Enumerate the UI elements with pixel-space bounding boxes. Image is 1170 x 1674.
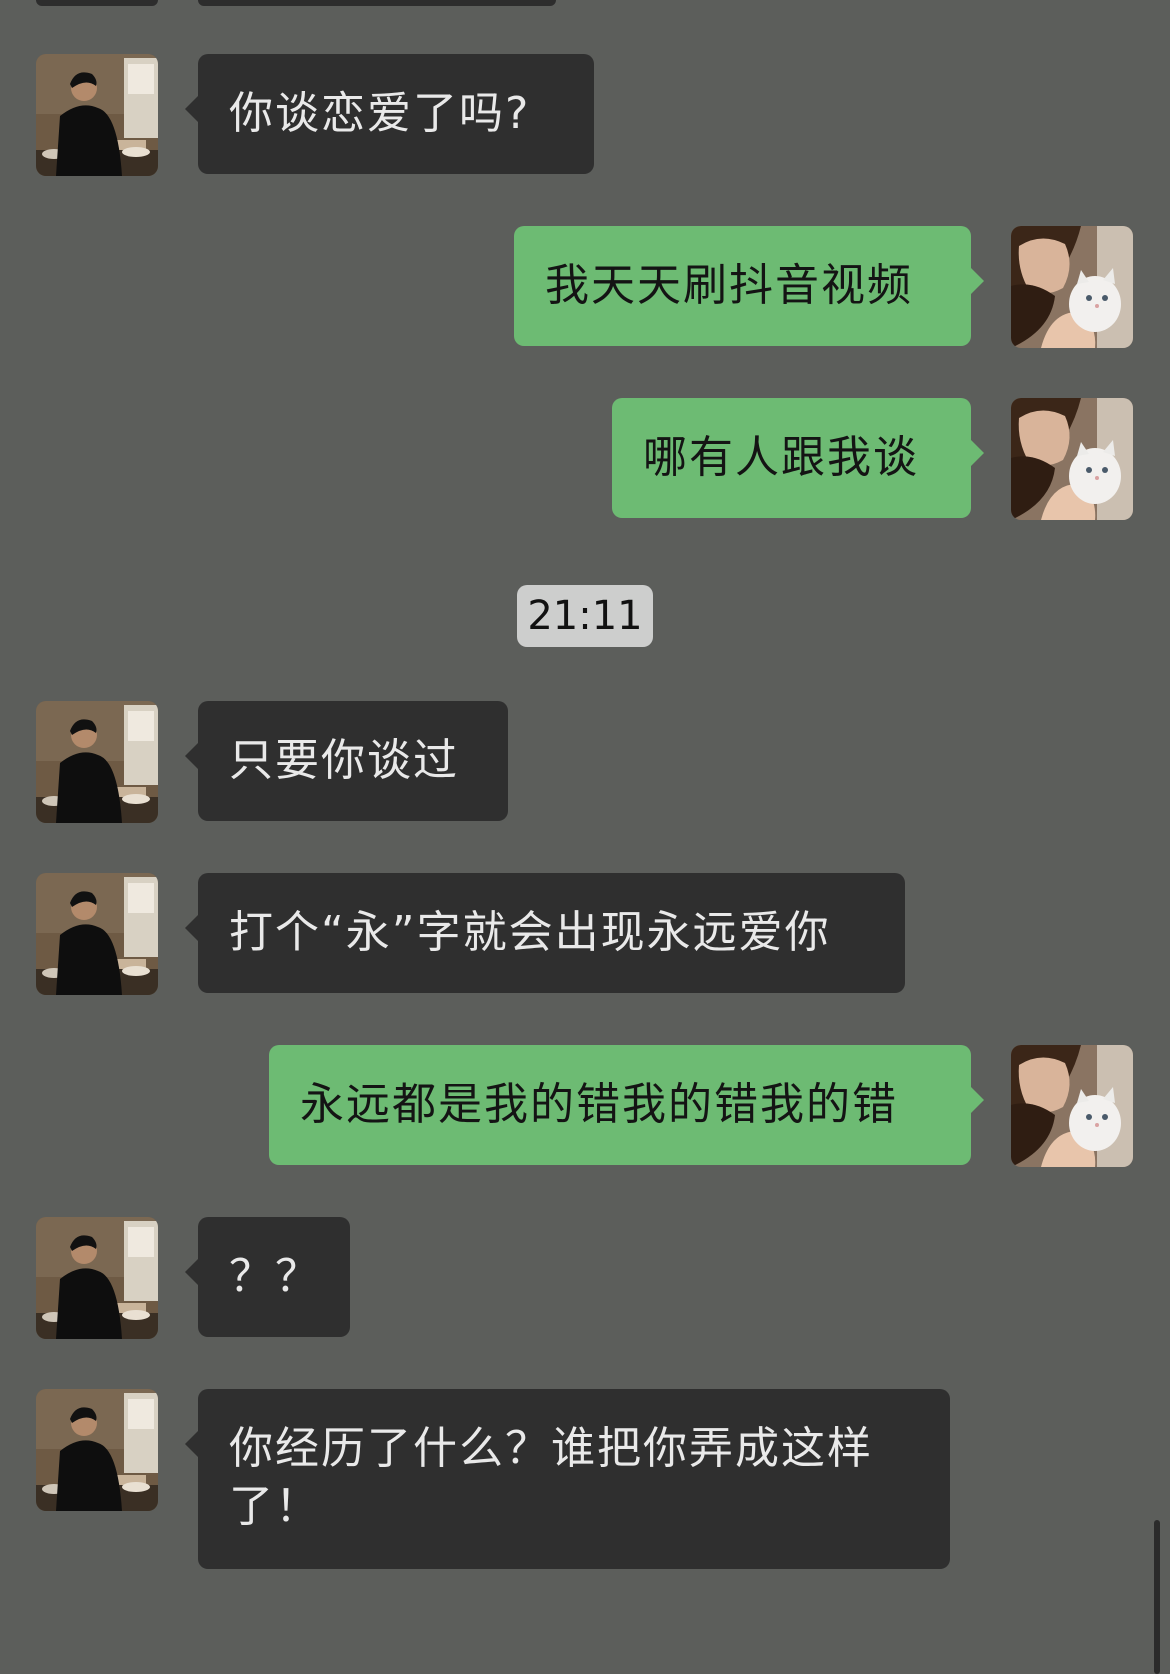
bubble-tail bbox=[970, 439, 984, 467]
bubble-tail bbox=[185, 914, 199, 942]
message-text: 永远都是我的错我的错我的错 bbox=[300, 1079, 898, 1130]
message-bubble[interactable]: 你经历了什么？谁把你弄成这样 了！ bbox=[185, 1389, 950, 1569]
message-text-line-1: 你经历了什么？谁把你弄成这样 bbox=[229, 1423, 873, 1474]
message-text: 我天天刷抖音视频 bbox=[545, 260, 913, 311]
contact-avatar[interactable] bbox=[36, 54, 158, 176]
timestamp-chip: 21:11 bbox=[517, 585, 653, 647]
message-text: 打个“永”字就会出现永远爱你 bbox=[229, 907, 831, 958]
chat-area[interactable]: 你谈恋爱了吗? 我天天刷抖音视频 哪有人跟我谈 21:11 只要你谈过 打个“永… bbox=[0, 0, 1170, 1674]
bubble-tail bbox=[185, 1258, 199, 1286]
message-bubble[interactable]: 我天天刷抖音视频 bbox=[514, 226, 984, 346]
previous-message-edge bbox=[198, 0, 556, 6]
contact-avatar[interactable] bbox=[36, 1389, 158, 1511]
message-bubble[interactable]: ？？ bbox=[185, 1217, 350, 1337]
message-text: 哪有人跟我谈 bbox=[643, 432, 919, 483]
message-text: 只要你谈过 bbox=[229, 735, 459, 786]
message-bubble[interactable]: 只要你谈过 bbox=[185, 701, 508, 821]
bubble-tail bbox=[185, 742, 199, 770]
message-bubble[interactable]: 哪有人跟我谈 bbox=[612, 398, 984, 518]
bubble-tail bbox=[185, 1430, 199, 1458]
message-bubble[interactable]: 永远都是我的错我的错我的错 bbox=[269, 1045, 984, 1165]
message-text: ？？ bbox=[229, 1251, 321, 1302]
contact-avatar[interactable] bbox=[36, 873, 158, 995]
contact-avatar[interactable] bbox=[36, 701, 158, 823]
message-text-line-2: 了！ bbox=[229, 1481, 321, 1532]
bubble-tail bbox=[185, 95, 199, 123]
message-bubble[interactable]: 打个“永”字就会出现永远爱你 bbox=[185, 873, 905, 993]
message-bubble[interactable]: 你谈恋爱了吗? bbox=[185, 54, 594, 174]
bubble-tail bbox=[970, 267, 984, 295]
message-text: 你谈恋爱了吗? bbox=[229, 88, 531, 139]
my-avatar[interactable] bbox=[1011, 1045, 1133, 1167]
contact-avatar[interactable] bbox=[36, 1217, 158, 1339]
previous-avatar-edge bbox=[36, 0, 158, 6]
my-avatar[interactable] bbox=[1011, 226, 1133, 348]
bubble-tail bbox=[970, 1086, 984, 1114]
my-avatar[interactable] bbox=[1011, 398, 1133, 520]
scrollbar[interactable] bbox=[1154, 1520, 1160, 1674]
